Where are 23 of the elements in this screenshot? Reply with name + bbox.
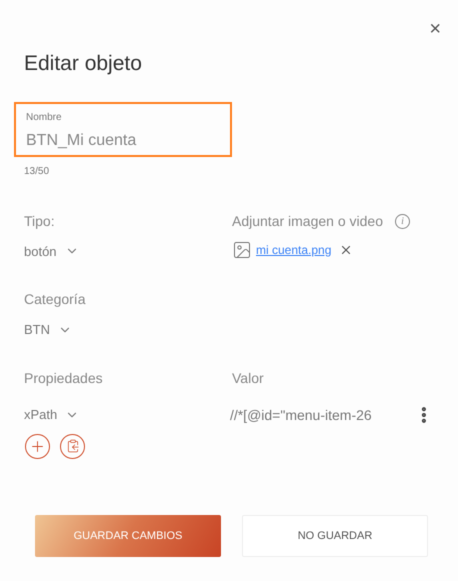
column-header: Propiedades xyxy=(24,368,104,388)
paste-button[interactable] xyxy=(60,434,85,458)
clipboard-icon xyxy=(66,439,80,453)
add-button[interactable] xyxy=(25,434,50,458)
dialog-title: Editar objeto xyxy=(24,51,143,77)
field-value: BTN_Mi cuenta xyxy=(26,130,138,150)
property-value: //*[@id="menu-item-26 xyxy=(230,406,373,425)
field-label: Categoría xyxy=(24,290,86,309)
field-label: Tipo: xyxy=(24,212,56,231)
save-button[interactable]: GUARDAR CAMBIOS xyxy=(35,515,221,557)
field-label: Adjuntar imagen o video xyxy=(232,212,383,231)
discard-button[interactable]: NO GUARDAR xyxy=(242,515,428,557)
file-link[interactable]: mi cuenta.png xyxy=(256,240,332,258)
image-icon xyxy=(232,240,252,260)
property-dropdown[interactable]: xPath xyxy=(24,405,80,425)
category-dropdown[interactable]: BTN xyxy=(24,320,72,340)
close-button[interactable]: × xyxy=(429,19,441,39)
type-dropdown[interactable]: botón xyxy=(24,242,79,261)
field-label: Nombre xyxy=(26,110,63,124)
name-field[interactable]: Nombre BTN_Mi cuenta xyxy=(14,102,232,156)
info-icon[interactable]: i xyxy=(395,214,410,228)
column-header: Valor xyxy=(232,368,264,388)
character-counter: 13/50 xyxy=(24,164,50,178)
